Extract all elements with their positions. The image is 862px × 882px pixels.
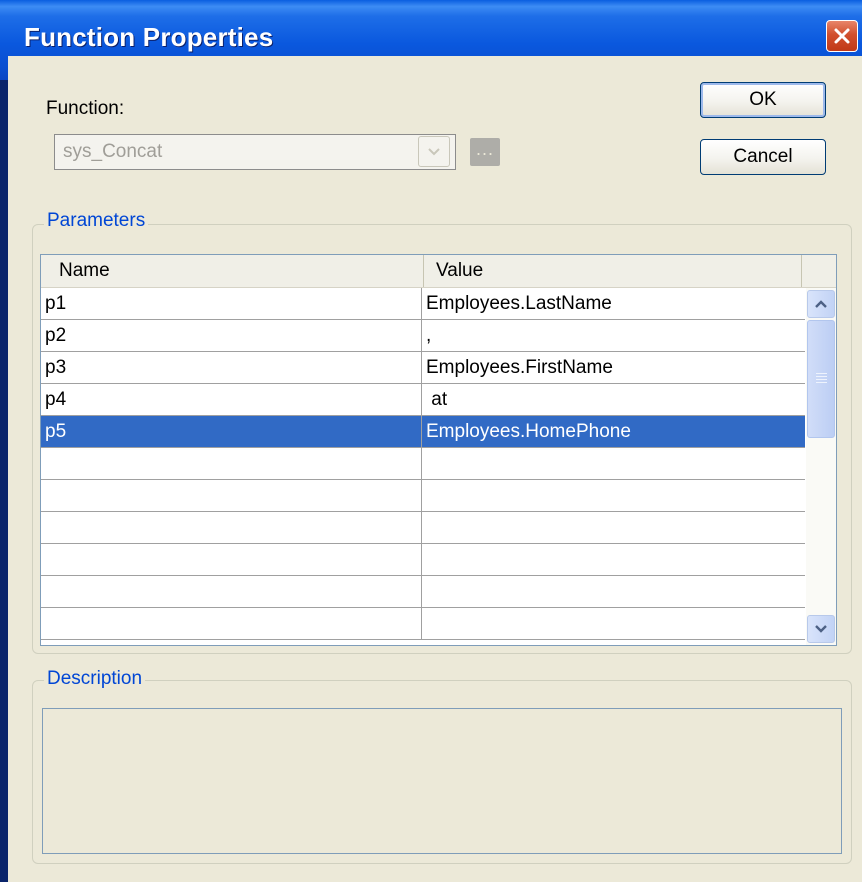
param-value-cell[interactable]: , [424,320,805,351]
param-name-cell[interactable]: p4 [43,384,422,415]
param-name-cell[interactable] [43,544,422,575]
ok-button[interactable]: OK [700,82,826,118]
vertical-scrollbar[interactable] [806,288,836,645]
function-dropdown-button[interactable] [418,136,450,167]
close-icon [834,28,850,44]
param-name-cell[interactable]: p2 [43,320,422,351]
table-row[interactable]: p2, [41,320,805,352]
table-row[interactable]: p3 Employees.FirstName [41,352,805,384]
param-name-cell[interactable] [43,576,422,607]
column-header-value[interactable]: Value [424,255,802,287]
cancel-button[interactable]: Cancel [700,139,826,175]
column-header-name[interactable]: Name [41,255,424,287]
scroll-down-button[interactable] [807,615,835,643]
param-value-cell[interactable]: Employees.HomePhone [424,416,805,447]
window-title: Function Properties [24,22,274,52]
param-name-cell[interactable]: p5 [43,416,422,447]
param-value-cell[interactable] [424,448,805,479]
thumb-grip [816,376,827,377]
function-label: Function: [46,98,125,119]
param-value-cell[interactable] [424,512,805,543]
table-row[interactable]: p4 at [41,384,805,416]
param-value-cell[interactable]: Employees.FirstName [424,352,805,383]
table-row[interactable] [41,544,805,576]
chevron-down-icon [428,148,440,156]
param-name-cell[interactable] [43,512,422,543]
parameters-grid[interactable]: Name Value p1 Employees.LastName p2, p3 Empl… [40,254,837,646]
param-value-cell[interactable] [424,480,805,511]
table-row[interactable] [41,608,805,640]
scroll-up-button[interactable] [807,290,835,318]
param-name-cell[interactable] [43,480,422,511]
param-value-cell[interactable]: Employees.LastName [424,288,805,319]
param-value-cell[interactable] [424,576,805,607]
parameters-group-title: Parameters [44,210,149,232]
param-name-cell[interactable]: p1 [43,288,422,319]
description-group-title: Description [44,668,146,690]
thumb-grip [816,373,827,374]
thumb-grip [816,382,827,383]
grid-rows: p1 Employees.LastName p2, p3 Employees.First… [41,288,805,640]
table-row[interactable] [41,448,805,480]
close-button[interactable] [826,20,858,52]
thumb-grip [816,379,827,380]
param-value-cell[interactable] [424,544,805,575]
param-value-cell[interactable]: at [424,384,805,415]
table-row[interactable] [41,576,805,608]
table-row[interactable]: p1 Employees.LastName [41,288,805,320]
function-select-value: sys_Concat [63,141,163,162]
description-text [42,708,842,854]
param-name-cell[interactable] [43,448,422,479]
table-row[interactable] [41,512,805,544]
table-row[interactable] [41,480,805,512]
param-value-cell[interactable] [424,608,805,639]
param-name-cell[interactable] [43,608,422,639]
scroll-thumb[interactable] [807,320,835,438]
function-properties-window: Function Properties Function: sys_Concat… [0,0,862,882]
browse-function-button[interactable]: ... [470,138,500,166]
grid-header: Name Value [41,255,836,288]
param-name-cell[interactable]: p3 [43,352,422,383]
chevron-up-icon [815,300,827,308]
table-row[interactable]: p5 Employees.HomePhone [41,416,805,448]
chevron-down-icon [815,625,827,633]
function-select[interactable]: sys_Concat [54,134,456,170]
